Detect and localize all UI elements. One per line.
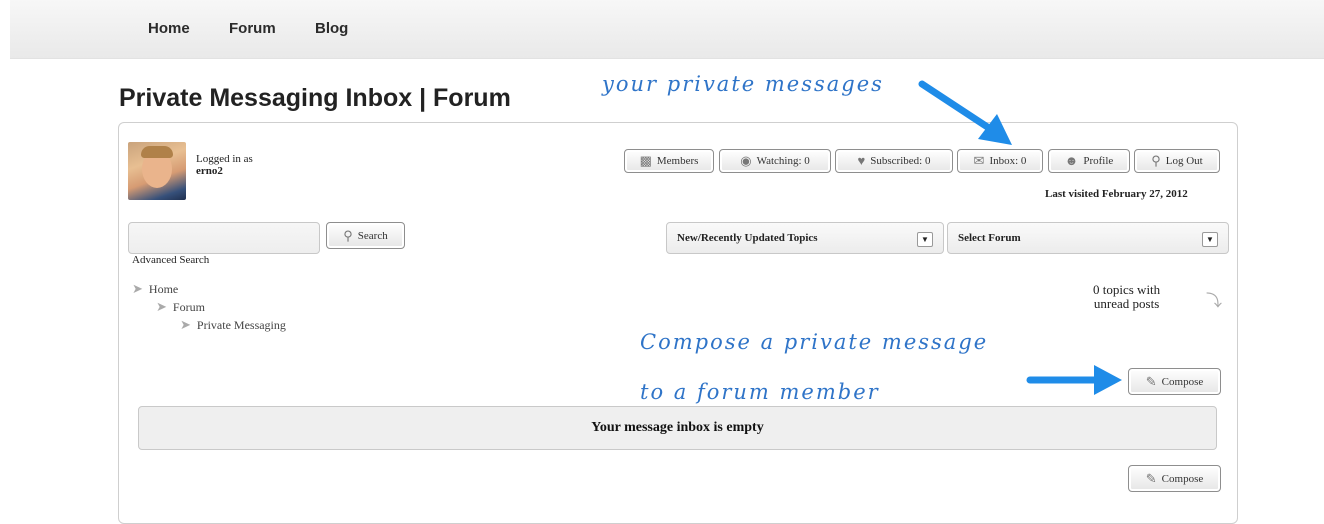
- watching-button[interactable]: ◉ Watching: 0: [719, 149, 831, 173]
- unread-arrow-icon: ⤵: [1206, 293, 1223, 310]
- top-nav: Home Forum Blog: [10, 0, 1324, 59]
- watching-label: Watching: 0: [756, 155, 810, 167]
- unread-topics[interactable]: 0 topics with unread posts: [1093, 283, 1160, 311]
- compose-icon: ✎: [1145, 470, 1157, 486]
- search-label: Search: [357, 229, 388, 242]
- key-icon: ⚲: [1151, 153, 1161, 168]
- breadcrumb-home-label: Home: [148, 281, 179, 296]
- nav-home-link[interactable]: Home: [148, 20, 190, 37]
- avatar: [128, 142, 186, 200]
- avatar-hair: [141, 146, 173, 158]
- profile-label: Profile: [1083, 155, 1114, 167]
- inbox-button[interactable]: ✉ Inbox: 0: [957, 149, 1043, 173]
- heart-icon: ♥: [857, 153, 866, 168]
- arrow-right-icon: ➤: [180, 317, 191, 332]
- forum-select-value: Select Forum: [958, 232, 1021, 244]
- logout-button[interactable]: ⚲ Log Out: [1134, 149, 1220, 173]
- compose-button-bottom[interactable]: ✎ Compose: [1128, 465, 1221, 492]
- annotation-compose-line2: to a forum member: [640, 380, 880, 404]
- members-button[interactable]: ▩ Members: [624, 149, 714, 173]
- advanced-search-link[interactable]: Advanced Search: [132, 254, 209, 266]
- search-button[interactable]: ⚲ Search: [326, 222, 405, 249]
- nav-blog-link[interactable]: Blog: [315, 20, 348, 37]
- nav-forum-link[interactable]: Forum: [229, 20, 276, 37]
- envelope-icon: ✉: [973, 153, 985, 168]
- logged-in-label: Logged in as: [196, 153, 253, 165]
- compose-button-top[interactable]: ✎ Compose: [1128, 368, 1221, 395]
- subscribed-button[interactable]: ♥ Subscribed: 0: [835, 149, 953, 173]
- annotation-compose-line1: Compose a private message: [640, 330, 989, 354]
- empty-inbox-message: Your message inbox is empty: [138, 406, 1217, 450]
- search-icon: ⚲: [343, 227, 353, 243]
- person-icon: ☻: [1064, 153, 1079, 168]
- chevron-down-icon: ▼: [1202, 232, 1218, 247]
- compose-icon: ✎: [1145, 373, 1157, 389]
- subscribed-label: Subscribed: 0: [870, 155, 931, 167]
- compose-label: Compose: [1161, 472, 1204, 485]
- topics-select-value: New/Recently Updated Topics: [677, 232, 818, 244]
- unread-line1: 0 topics with: [1093, 282, 1161, 297]
- forum-select[interactable]: Select Forum ▼: [947, 222, 1229, 254]
- breadcrumb-private-messaging[interactable]: ➤ Private Messaging: [180, 317, 286, 333]
- last-visited: Last visited February 27, 2012: [1045, 188, 1188, 200]
- chevron-down-icon: ▼: [917, 232, 933, 247]
- arrow-right-icon: ➤: [132, 281, 143, 296]
- page-title: Private Messaging Inbox | Forum: [119, 84, 511, 112]
- binoculars-icon: ◉: [740, 153, 752, 168]
- members-label: Members: [656, 155, 699, 167]
- topics-select[interactable]: New/Recently Updated Topics ▼: [666, 222, 944, 254]
- compose-label: Compose: [1161, 375, 1204, 388]
- search-input[interactable]: [128, 222, 320, 254]
- username[interactable]: erno2: [196, 165, 223, 177]
- breadcrumb-forum-label: Forum: [172, 299, 205, 314]
- arrow-right-icon: ➤: [156, 299, 167, 314]
- breadcrumb-private-messaging-label: Private Messaging: [196, 317, 286, 332]
- members-icon: ▩: [639, 153, 652, 168]
- forum-panel: [118, 122, 1238, 524]
- inbox-label: Inbox: 0: [989, 155, 1027, 167]
- logout-label: Log Out: [1165, 155, 1203, 167]
- breadcrumb-forum[interactable]: ➤ Forum: [156, 299, 205, 315]
- annotation-private-messages: your private messages: [602, 72, 884, 96]
- unread-line2: unread posts: [1093, 296, 1160, 311]
- breadcrumb-home[interactable]: ➤ Home: [132, 281, 178, 297]
- profile-button[interactable]: ☻ Profile: [1048, 149, 1130, 173]
